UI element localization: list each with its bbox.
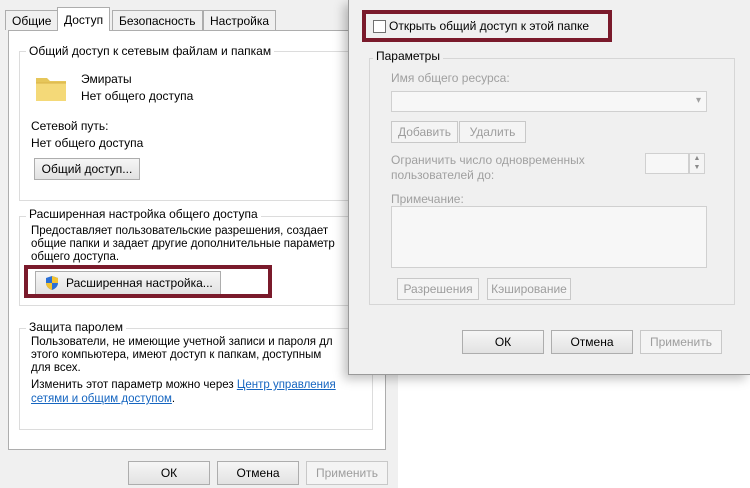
advanced-desc-line-3: общего доступа. [31,251,120,263]
share-button[interactable]: Общий доступ... [34,158,140,180]
permissions-button[interactable]: Разрешения [397,278,479,300]
chevron-down-icon: ▾ [695,95,701,106]
link-suffix: . [171,393,176,405]
props-ok-button[interactable]: ОК [128,461,210,485]
tab-sharing[interactable]: Доступ [57,7,111,31]
user-limit-input[interactable] [645,153,689,174]
share-name-select[interactable]: ▾ [391,91,707,112]
parameters-group-title: Параметры [373,49,443,63]
change-setting-line: Изменить этот параметр можно через Центр… [31,379,336,391]
spinner-arrows-icon[interactable]: ▲ ▼ [689,153,705,174]
network-path-value: Нет общего доступа [31,136,144,150]
advanced-sharing-group-title: Расширенная настройка общего доступа [26,207,261,221]
add-share-button[interactable]: Добавить [391,121,458,143]
adv-apply-button[interactable]: Применить [640,330,722,354]
uac-shield-icon [44,275,60,291]
sharing-tab-panel: Общий доступ к сетевым файлам и папкам Э… [8,30,386,450]
folder-icon [34,71,68,105]
share-name-label: Имя общего ресурса: [391,71,510,85]
adv-cancel-button[interactable]: Отмена [551,330,633,354]
note-textarea[interactable] [391,206,707,268]
share-folder-checkbox-label[interactable]: Открыть общий доступ к этой папке [389,19,589,33]
change-setting-line-2: сетями и общим доступом. [31,393,175,405]
password-desc-line-2: этого компьютера, имеют доступ к папкам,… [31,349,322,361]
network-share-group-title: Общий доступ к сетевым файлам и папкам [26,44,275,58]
password-protection-group-title: Защита паролем [26,320,127,334]
folder-share-status: Нет общего доступа [81,89,194,103]
advanced-desc-line-2: общие папки и задает другие дополнительн… [31,238,335,250]
props-cancel-button[interactable]: Отмена [217,461,299,485]
note-label: Примечание: [391,192,464,206]
tab-customize[interactable]: Настройка [203,10,277,30]
password-desc-line-1: Пользователи, не имеющие учетной записи … [31,336,333,348]
adv-ok-button[interactable]: ОК [462,330,544,354]
network-center-link-part-1[interactable]: Центр управления [237,379,336,391]
advanced-sharing-button-label: Расширенная настройка... [66,276,213,290]
limit-users-label-1: Ограничить число одновременных [391,153,585,167]
props-apply-button[interactable]: Применить [306,461,388,485]
advanced-sharing-button[interactable]: Расширенная настройка... [35,271,221,295]
share-folder-checkbox[interactable] [373,20,386,33]
folder-name: Эмираты [81,72,132,86]
network-center-link-part-2[interactable]: сетями и общим доступом [31,393,172,405]
change-setting-text: Изменить этот параметр можно через [31,379,234,391]
advanced-sharing-dialog: Открыть общий доступ к этой папке Параме… [348,0,750,375]
remove-share-button[interactable]: Удалить [459,121,526,143]
caching-button[interactable]: Кэширование [487,278,571,300]
limit-users-label-2: пользователей до: [391,168,495,182]
tab-security[interactable]: Безопасность [112,10,203,30]
properties-dialog: Общие Доступ Безопасность Настройка Общи… [0,0,398,488]
network-path-label: Сетевой путь: [31,119,109,133]
tab-general[interactable]: Общие [5,10,59,30]
password-desc-line-3: для всех. [31,362,81,374]
advanced-desc-line-1: Предоставляет пользовательские разрешени… [31,225,329,237]
